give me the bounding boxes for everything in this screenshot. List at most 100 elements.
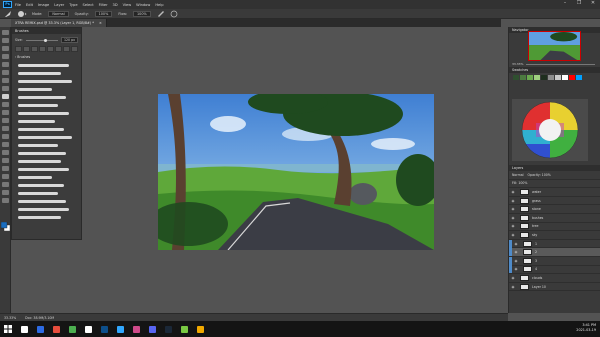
swatch[interactable] [534,75,540,80]
gradient-tool-icon[interactable] [2,126,9,131]
brush-preset[interactable] [18,198,75,205]
shape-tool-icon[interactable] [2,174,9,179]
swatch[interactable] [576,75,582,80]
document-tab[interactable]: XTRA REMIX.psd @ 33.3% (Layer 1, RGB/8#)… [11,19,107,27]
brush-preset[interactable] [18,142,75,149]
taskbar-app[interactable] [192,321,208,337]
layer-row[interactable]: ◉ tree [509,223,600,232]
brush-preset[interactable] [18,182,75,189]
start-button[interactable] [0,321,16,337]
layer-row[interactable]: ◉ 3 [509,256,600,266]
taskbar-app[interactable] [64,321,80,337]
foreground-background-colors[interactable] [1,222,10,231]
visibility-eye-icon[interactable]: ◉ [512,250,520,254]
brush-preset[interactable] [18,86,75,93]
move-tool-icon[interactable] [2,30,9,35]
taskbar-app[interactable] [112,321,128,337]
taskbar-app[interactable] [176,321,192,337]
brush-preset[interactable] [18,78,75,85]
navigator-zoom-slider[interactable] [526,63,595,65]
layer-row[interactable]: ◉ 4 [509,265,600,275]
brush-tool-icon[interactable] [4,10,12,18]
layer-row[interactable]: ◉ 2 [509,248,600,257]
recent-brush[interactable] [55,46,62,52]
dodge-tool-icon[interactable] [2,142,9,147]
recent-brush[interactable] [23,46,30,52]
taskbar-app[interactable] [16,321,32,337]
navigator-thumbnail[interactable] [528,31,581,61]
brush-preset[interactable] [18,70,75,77]
type-tool-icon[interactable] [2,158,9,163]
more-tools-icon[interactable] [2,198,9,203]
taskbar-app[interactable] [80,321,96,337]
color-wheel-box[interactable] [512,99,588,161]
healing-tool-icon[interactable] [2,86,9,91]
recent-brush[interactable] [31,46,38,52]
swatch[interactable] [541,75,547,80]
swatch[interactable] [520,75,526,80]
history-brush-tool-icon[interactable] [2,110,9,115]
taskbar-app[interactable] [32,321,48,337]
opacity-input[interactable]: 100% [94,10,113,17]
menu-filter[interactable]: Filter [99,3,108,7]
clock-date[interactable]: 2021-03-19 [576,328,596,333]
pressure-icon[interactable] [170,10,178,18]
clone-stamp-tool-icon[interactable] [2,102,9,107]
menu-image[interactable]: Image [38,3,49,7]
layer-row[interactable]: ◉ Layer 10 [509,283,600,292]
menu-edit[interactable]: Edit [26,3,33,7]
navigator-zoom-value[interactable]: 33.33% [512,62,523,66]
layer-row[interactable]: ◉ stone [509,205,600,214]
zoom-tool-icon[interactable] [2,190,9,195]
menu-file[interactable]: File [15,3,21,7]
lasso-tool-icon[interactable] [2,46,9,51]
recent-brush[interactable] [47,46,54,52]
brush-preset[interactable] [18,174,75,181]
brush-size-knob[interactable] [43,38,47,42]
flow-input[interactable]: 100% [133,10,151,17]
eyedropper-tool-icon[interactable] [2,78,9,83]
brush-preset[interactable] [18,134,75,141]
taskbar-app[interactable] [128,321,144,337]
layer-row[interactable]: ◉ water [509,188,600,197]
brush-preset[interactable] [18,214,75,221]
brush-size-value[interactable]: 120 px [60,37,78,43]
swatch[interactable] [555,75,561,80]
layer-row[interactable]: ◉ clouds [509,274,600,283]
layer-row[interactable]: ◉ grass [509,197,600,206]
layer-fill[interactable]: Fill: 100% [512,181,527,185]
taskbar-app[interactable] [160,321,176,337]
menu-view[interactable]: View [123,3,132,7]
minimize-icon[interactable]: – [558,0,572,6]
path-select-tool-icon[interactable] [2,166,9,171]
brush-preset[interactable] [18,150,75,157]
layer-row[interactable]: ◉ bushes [509,214,600,223]
frame-tool-icon[interactable] [2,70,9,75]
brush-preset[interactable] [18,110,75,117]
artwork-canvas[interactable] [158,94,434,250]
status-zoom[interactable]: 33.33% [4,316,16,320]
layer-opacity[interactable]: Opacity: 100% [528,173,551,177]
recent-brush[interactable] [63,46,70,52]
recent-brush[interactable] [71,46,78,52]
crop-tool-icon[interactable] [2,62,9,67]
brush-size-slider[interactable] [25,38,58,42]
taskbar-app[interactable] [96,321,112,337]
menu-layer[interactable]: Layer [54,3,64,7]
photoshop-logo-icon[interactable]: Ps [3,1,12,8]
blur-tool-icon[interactable] [2,134,9,139]
brush-preset[interactable] [18,62,75,69]
pen-tool-icon[interactable] [2,150,9,155]
swatch[interactable] [569,75,575,80]
visibility-eye-icon[interactable]: ◉ [512,267,520,271]
brush-preset[interactable] [18,118,75,125]
menu-select[interactable]: Select [83,3,94,7]
menu-window[interactable]: Window [136,3,150,7]
visibility-eye-icon[interactable]: ◉ [509,224,517,228]
brush-preset[interactable] [18,158,75,165]
menu-type[interactable]: Type [69,3,77,7]
taskbar-app[interactable] [144,321,160,337]
brush-preset[interactable] [18,126,75,133]
swatch[interactable] [548,75,554,80]
brush-preset-icon[interactable] [17,10,27,18]
